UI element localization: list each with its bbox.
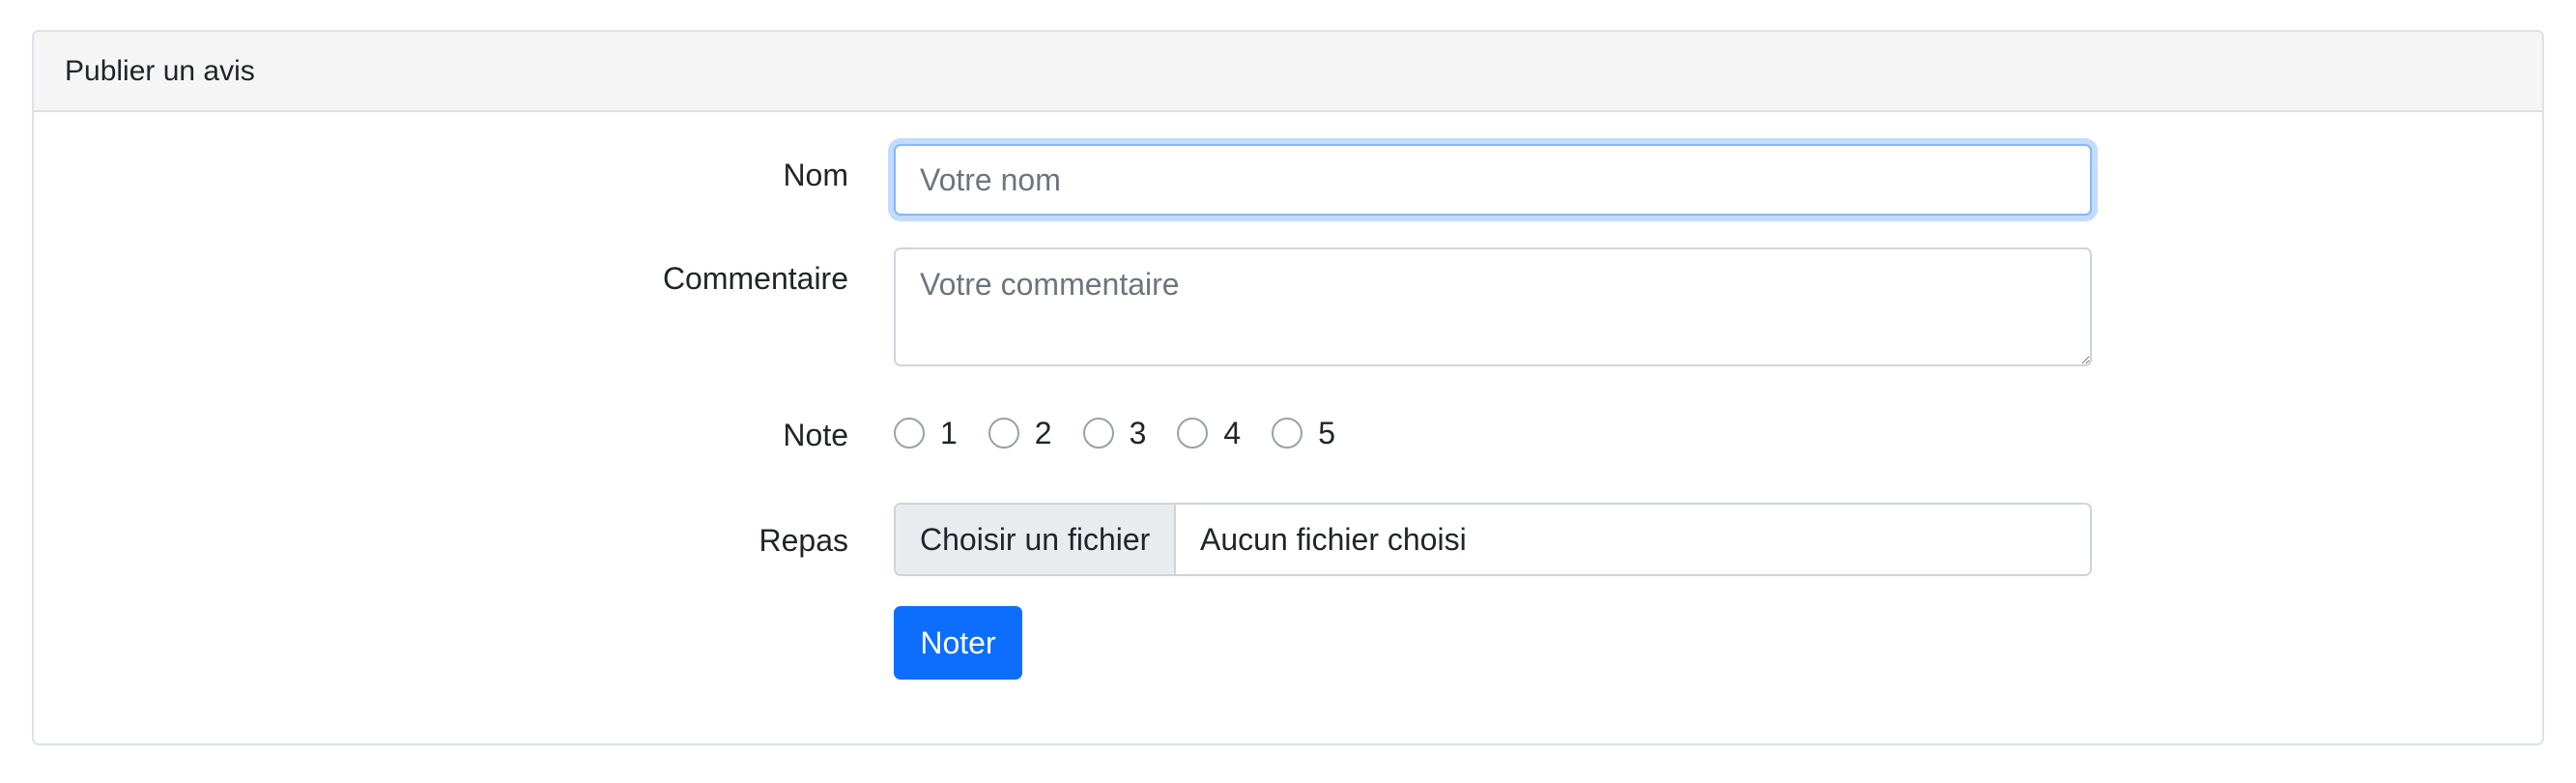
radio-button[interactable] — [1177, 418, 1209, 449]
submit-button[interactable]: Noter — [894, 606, 1022, 680]
radio-label: 1 — [940, 415, 958, 450]
name-label: Nom — [783, 158, 848, 192]
meal-file-input[interactable]: Choisir un fichier Aucun fichier choisi — [894, 503, 2092, 576]
file-status-text: Aucun fichier choisi — [1200, 521, 1467, 557]
rating-option-2[interactable]: 2 — [987, 415, 1052, 451]
rating-label: Note — [783, 418, 848, 452]
rating-radio-group: 1 2 3 4 5 — [894, 412, 1366, 454]
choose-file-button[interactable]: Choisir un fichier — [896, 505, 1176, 574]
radio-button[interactable] — [1272, 418, 1303, 449]
radio-button[interactable] — [894, 418, 925, 449]
radio-label: 2 — [1034, 415, 1052, 450]
rating-option-3[interactable]: 3 — [1082, 415, 1147, 451]
meal-label: Repas — [758, 523, 849, 558]
comment-textarea[interactable] — [894, 247, 2092, 366]
comment-label: Commentaire — [662, 261, 848, 296]
card-header: Publier un avis — [34, 32, 2542, 112]
rating-option-5[interactable]: 5 — [1272, 416, 1335, 451]
rating-option-4[interactable]: 4 — [1177, 416, 1241, 451]
review-card: Publier un avis — [32, 30, 2544, 745]
card-title: Publier un avis — [65, 54, 255, 87]
radio-button[interactable] — [1082, 418, 1114, 449]
rating-option-1[interactable]: 1 — [894, 416, 958, 451]
radio-label: 4 — [1223, 415, 1242, 450]
radio-label: 5 — [1318, 415, 1335, 450]
name-input[interactable] — [894, 144, 2092, 216]
radio-button[interactable] — [987, 418, 1019, 449]
radio-label: 3 — [1129, 415, 1147, 450]
